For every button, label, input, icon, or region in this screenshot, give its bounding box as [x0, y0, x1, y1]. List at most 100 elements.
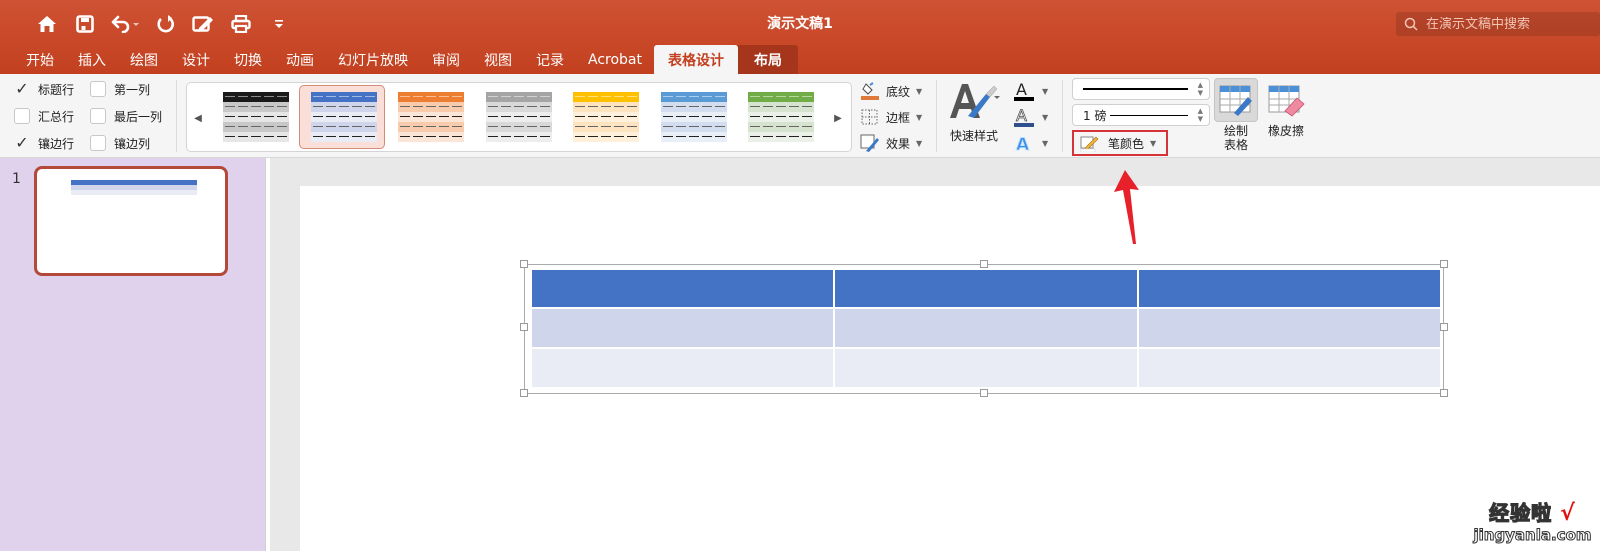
table-cell[interactable] [529, 347, 836, 389]
quick-styles-button[interactable]: 快速样式 [946, 80, 1002, 144]
table-cell[interactable] [833, 347, 1139, 389]
tab-home[interactable]: 开始 [14, 45, 66, 74]
tab-acrobat[interactable]: Acrobat [576, 45, 654, 74]
wordart-group: A ▼ A ▼ A ▼ [1012, 78, 1048, 156]
pen-color-button[interactable]: 笔颜色 ▼ [1072, 130, 1168, 156]
tab-slideshow[interactable]: 幻灯片放映 [326, 45, 420, 74]
tab-layout[interactable]: 布局 [738, 45, 798, 74]
home-icon [38, 16, 56, 32]
gallery-scroll-right[interactable]: ▶ [831, 109, 845, 127]
slide-table[interactable] [529, 268, 1443, 389]
tab-animations[interactable]: 动画 [274, 45, 326, 74]
pencil-icon [1080, 136, 1099, 152]
table-style-preview [660, 92, 727, 142]
table-cell[interactable] [1136, 268, 1443, 309]
redo-button[interactable] [146, 10, 184, 38]
header-row-checkbox[interactable]: ✓ 标题行 [14, 78, 90, 100]
last-column-checkbox[interactable]: 最后一列 [90, 105, 180, 127]
table-cell[interactable] [1136, 347, 1443, 389]
resize-handle-right[interactable] [1440, 323, 1448, 331]
tab-transitions[interactable]: 切换 [222, 45, 274, 74]
gallery-scroll-left[interactable]: ◀ [191, 109, 205, 127]
redo-icon [157, 15, 174, 33]
svg-text:A: A [1016, 106, 1027, 125]
table-row [529, 307, 1443, 349]
tab-design[interactable]: 设计 [170, 45, 222, 74]
tab-record[interactable]: 记录 [524, 45, 576, 74]
table-style-option[interactable] [736, 85, 822, 149]
resize-handle-top[interactable] [980, 260, 988, 268]
tab-table-design[interactable]: 表格设计 [654, 45, 738, 74]
print-button[interactable] [222, 10, 260, 38]
tab-draw[interactable]: 绘图 [118, 45, 170, 74]
table-style-option[interactable] [561, 85, 647, 149]
table-style-preview [485, 92, 552, 142]
draw-table-button[interactable]: 绘制 表格 [1214, 78, 1258, 152]
thumbnail-table-preview [71, 180, 197, 195]
save-icon [76, 15, 94, 33]
text-effects-button[interactable]: A ▼ [1012, 130, 1049, 156]
undo-icon [111, 15, 139, 33]
tab-review[interactable]: 审阅 [420, 45, 472, 74]
text-effects-icon: A [1016, 135, 1031, 155]
borders-button[interactable]: 边框 ▼ [860, 104, 922, 130]
text-outline-button[interactable]: A ▼ [1012, 104, 1048, 130]
first-column-checkbox[interactable]: 第一列 [90, 78, 180, 100]
table-style-option[interactable] [474, 85, 560, 149]
resize-handle-top-left[interactable] [520, 260, 528, 268]
triangle-right-icon: ▶ [834, 112, 842, 124]
search-icon [1404, 17, 1418, 31]
search-box[interactable] [1396, 12, 1600, 36]
resize-handle-bottom[interactable] [980, 389, 988, 397]
effects-icon [860, 134, 880, 152]
total-row-checkbox[interactable]: 汇总行 [14, 105, 90, 127]
slide-thumbnail[interactable] [34, 166, 228, 276]
resize-handle-bottom-right[interactable] [1440, 389, 1448, 397]
text-fill-button[interactable]: A ▼ [1012, 78, 1048, 104]
eraser-icon [1268, 85, 1305, 117]
text-outline-icon: A [1014, 106, 1034, 127]
table-cell[interactable] [833, 268, 1139, 309]
customize-toolbar-icon [275, 20, 283, 28]
borders-icon [860, 108, 880, 126]
undo-button[interactable] [104, 10, 146, 38]
table-cell[interactable] [1136, 307, 1443, 349]
table-style-preview [310, 92, 377, 142]
table-style-option[interactable] [649, 85, 735, 149]
banded-rows-checkbox[interactable]: ✓ 镶边行 [14, 132, 90, 154]
svg-text:A: A [1016, 135, 1030, 154]
table-style-option[interactable] [386, 85, 472, 149]
chevron-down-icon: ▼ [1042, 112, 1049, 122]
table-style-option[interactable] [211, 85, 297, 149]
tab-view[interactable]: 视图 [472, 45, 524, 74]
table-cell[interactable] [833, 307, 1139, 349]
pen-style-select[interactable]: ▲ ▼ [1072, 78, 1210, 100]
cell-format-group: 底纹 ▼ 边框 ▼ 效果 ▼ [860, 78, 922, 156]
chevron-down-icon: ▼ [916, 138, 923, 148]
resize-handle-left[interactable] [520, 323, 528, 331]
table-cell[interactable] [529, 268, 836, 309]
tab-insert[interactable]: 插入 [66, 45, 118, 74]
save-button[interactable] [66, 10, 104, 38]
table-row [529, 347, 1443, 389]
table-cell[interactable] [529, 307, 836, 349]
chevron-down-icon: ▼ [916, 86, 923, 96]
customize-toolbar-button[interactable] [260, 10, 298, 38]
pen-weight-select[interactable]: 1 磅 ▲ ▼ [1072, 104, 1210, 126]
table-style-option[interactable] [298, 85, 385, 149]
chevron-down-icon: ▼ [1042, 138, 1049, 148]
effects-button[interactable]: 效果 ▼ [860, 130, 922, 156]
search-input[interactable] [1426, 16, 1586, 32]
draw-table-icon [1219, 85, 1252, 116]
home-button[interactable] [28, 10, 66, 38]
resize-handle-top-right[interactable] [1440, 260, 1448, 268]
paint-bucket-icon [860, 82, 880, 100]
edit-document-button[interactable] [184, 10, 222, 38]
shading-button[interactable]: 底纹 ▼ [860, 78, 922, 104]
resize-handle-bottom-left[interactable] [520, 389, 528, 397]
print-icon [231, 15, 251, 33]
ribbon: ✓ 标题行 第一列 汇总行 最后一列 ✓ 镶边行 镶边列 ◀ ▶ 底纹 ▼ 边框 ▼ [0, 74, 1600, 158]
banded-columns-checkbox[interactable]: 镶边列 [90, 132, 180, 154]
eraser-button[interactable]: 橡皮擦 [1264, 78, 1308, 138]
svg-text:A: A [1016, 80, 1027, 99]
